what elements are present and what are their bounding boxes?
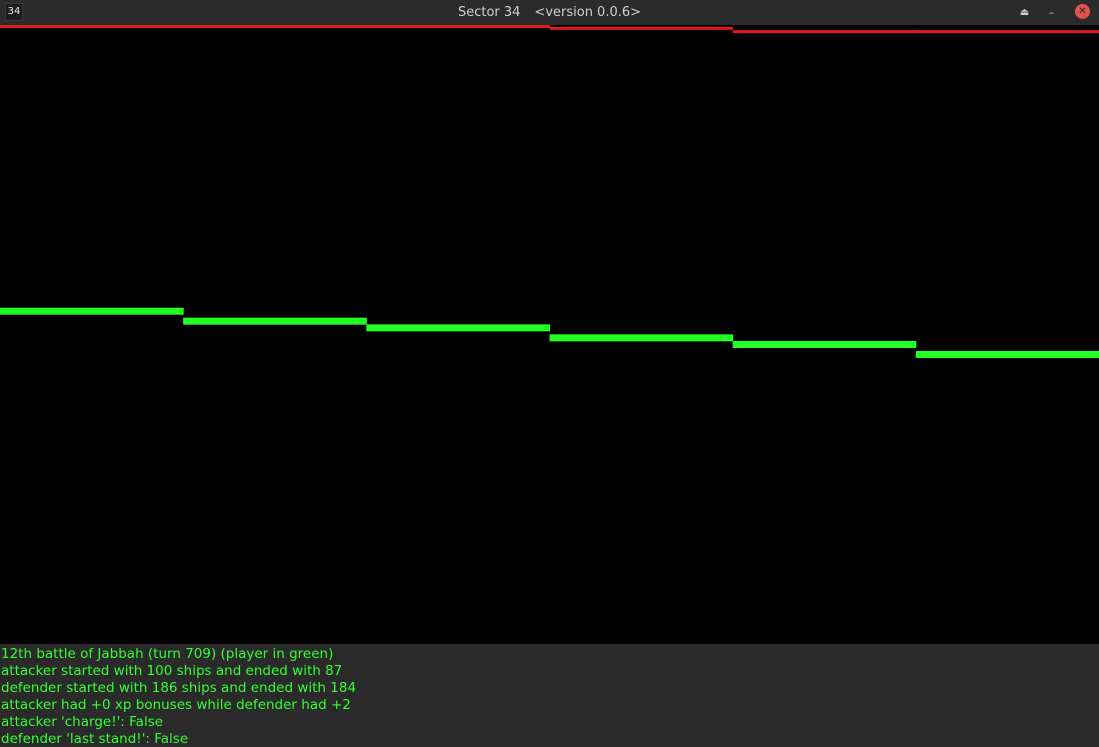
close-button[interactable]: ✕ [1075, 4, 1090, 19]
log-line: attacker had +0 xp bonuses while defende… [1, 697, 351, 713]
version-label: <version 0.0.6> [534, 5, 642, 20]
app-window: 34 Sector 34 <version 0.0.6> ⏏ – ✕ 12th b… [0, 0, 1099, 747]
enemy-ships-segment [183, 25, 367, 28]
enemy-ships-segment [915, 30, 1099, 34]
minimize-button[interactable]: – [1043, 4, 1060, 21]
player-ships-segment [366, 324, 550, 332]
player-ships-segment [0, 307, 184, 315]
title-bar[interactable]: 34 Sector 34 <version 0.0.6> ⏏ – ✕ [0, 0, 1099, 25]
battle-chart [0, 25, 1099, 644]
log-line: defender 'last stand!': False [1, 731, 189, 747]
log-line: attacker 'charge!': False [1, 714, 164, 730]
battle-chart-svg [0, 25, 1099, 358]
enemy-ships-segment [0, 25, 184, 28]
log-line: attacker started with 100 ships and ende… [1, 663, 343, 679]
battle-log: 12th battle of Jabbah (turn 709) (player… [0, 644, 1099, 747]
eject-icon[interactable]: ⏏ [1016, 4, 1033, 21]
player-ships-segment [183, 317, 367, 325]
player-ships-segment [732, 340, 917, 348]
player-ships-segment [915, 350, 1099, 358]
player-ships-segment [549, 334, 734, 342]
window-title-text: Sector 34 [457, 5, 521, 20]
enemy-ships-segment [549, 26, 734, 30]
window-title: Sector 34 <version 0.0.6> [0, 0, 1099, 25]
enemy-ships-segment [366, 25, 550, 28]
log-line: defender started with 186 ships and ende… [1, 680, 357, 696]
enemy-ships-segment [732, 30, 917, 34]
log-line: 12th battle of Jabbah (turn 709) (player… [1, 646, 334, 662]
